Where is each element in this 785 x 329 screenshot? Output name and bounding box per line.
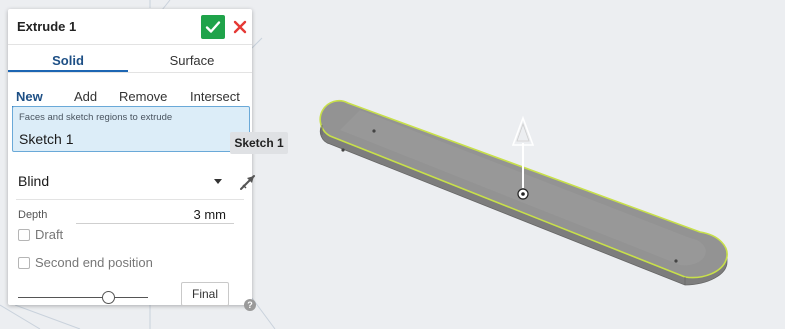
chevron-down-icon <box>214 179 222 184</box>
check-icon <box>205 21 221 33</box>
help-icon[interactable]: ? <box>244 299 256 311</box>
slider-track <box>18 297 148 298</box>
flip-direction-icon <box>240 175 255 190</box>
cancel-button[interactable] <box>230 15 250 39</box>
divider <box>16 199 244 200</box>
final-button[interactable]: Final <box>181 282 229 306</box>
end-type-value: Blind <box>18 173 50 189</box>
op-new[interactable]: New <box>16 89 43 104</box>
second-end-checkbox[interactable] <box>18 256 30 269</box>
draft-option[interactable]: Draft <box>18 227 63 242</box>
dialog-title: Extrude 1 <box>17 19 77 34</box>
selection-tooltip: Sketch 1 <box>230 132 288 154</box>
selection-value[interactable]: Sketch 1 <box>19 131 73 147</box>
draft-checkbox[interactable] <box>18 228 30 241</box>
accept-button[interactable] <box>201 15 225 39</box>
divider <box>8 44 252 45</box>
depth-label: Depth <box>18 209 48 221</box>
flip-direction-button[interactable] <box>237 171 259 193</box>
selection-field[interactable]: Faces and sketch regions to extrude Sket… <box>12 106 250 152</box>
close-icon <box>233 20 247 34</box>
depth-underline <box>76 223 234 224</box>
second-end-option[interactable]: Second end position <box>18 255 153 270</box>
op-remove[interactable]: Remove <box>119 89 167 104</box>
op-add[interactable]: Add <box>74 89 97 104</box>
vertex-point <box>341 148 345 152</box>
selection-field-label: Faces and sketch regions to extrude <box>19 112 173 123</box>
second-end-label: Second end position <box>35 255 153 270</box>
divider <box>8 72 252 73</box>
tab-surface[interactable]: Surface <box>132 53 252 68</box>
vertex-point <box>372 129 376 133</box>
op-intersect[interactable]: Intersect <box>190 89 240 104</box>
slider-thumb[interactable] <box>102 291 115 304</box>
extrude-dialog: Extrude 1 Solid Surface New Add Remove I… <box>8 9 256 311</box>
end-type-dropdown[interactable]: Blind <box>18 173 228 193</box>
history-slider[interactable] <box>18 291 148 305</box>
draft-label: Draft <box>35 227 64 242</box>
depth-input[interactable]: 3 mm <box>194 207 227 222</box>
tab-solid[interactable]: Solid <box>8 53 128 68</box>
vertex-point <box>674 259 678 263</box>
